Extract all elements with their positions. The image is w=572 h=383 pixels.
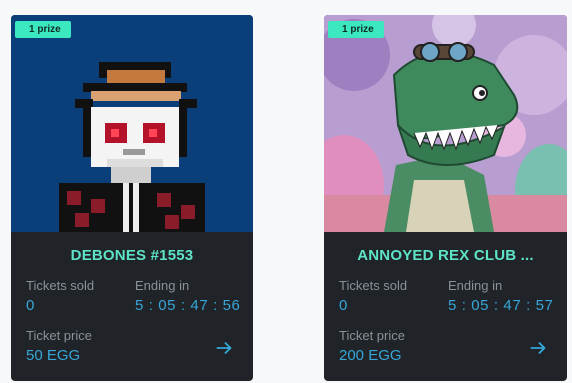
ending-in-label: Ending in: [135, 278, 190, 293]
countdown-timer: 5 : 05 : 47 : 56: [135, 297, 241, 314]
ticket-price-value: 200 EGG: [339, 347, 402, 364]
ticket-price-label: Ticket price: [26, 328, 92, 343]
tickets-sold-label: Tickets sold: [26, 278, 95, 293]
ticket-price-value: 50 EGG: [26, 347, 81, 364]
nft-image: [11, 15, 253, 232]
prize-badge: 1 prize: [15, 21, 71, 38]
nft-image: [324, 15, 567, 232]
ticket-price-label: Ticket price: [339, 328, 405, 343]
card-title[interactable]: DEBONES #1553: [11, 247, 253, 264]
tickets-sold-value: 0: [26, 297, 35, 314]
card-title[interactable]: ANNOYED REX CLUB ...: [324, 247, 567, 264]
arrow-right-icon[interactable]: [527, 337, 549, 359]
raffle-card[interactable]: 1 prize DEBONES #1553 Tickets sold 0 End…: [11, 15, 253, 381]
raffle-card[interactable]: 1 prize ANNOYED REX CLUB ... Tickets sol…: [324, 15, 567, 381]
tickets-sold-label: Tickets sold: [339, 278, 408, 293]
tickets-sold-value: 0: [339, 297, 348, 314]
arrow-right-icon[interactable]: [213, 337, 235, 359]
ending-in-label: Ending in: [448, 278, 503, 293]
prize-badge: 1 prize: [328, 21, 384, 38]
countdown-timer: 5 : 05 : 47 : 57: [448, 297, 554, 314]
